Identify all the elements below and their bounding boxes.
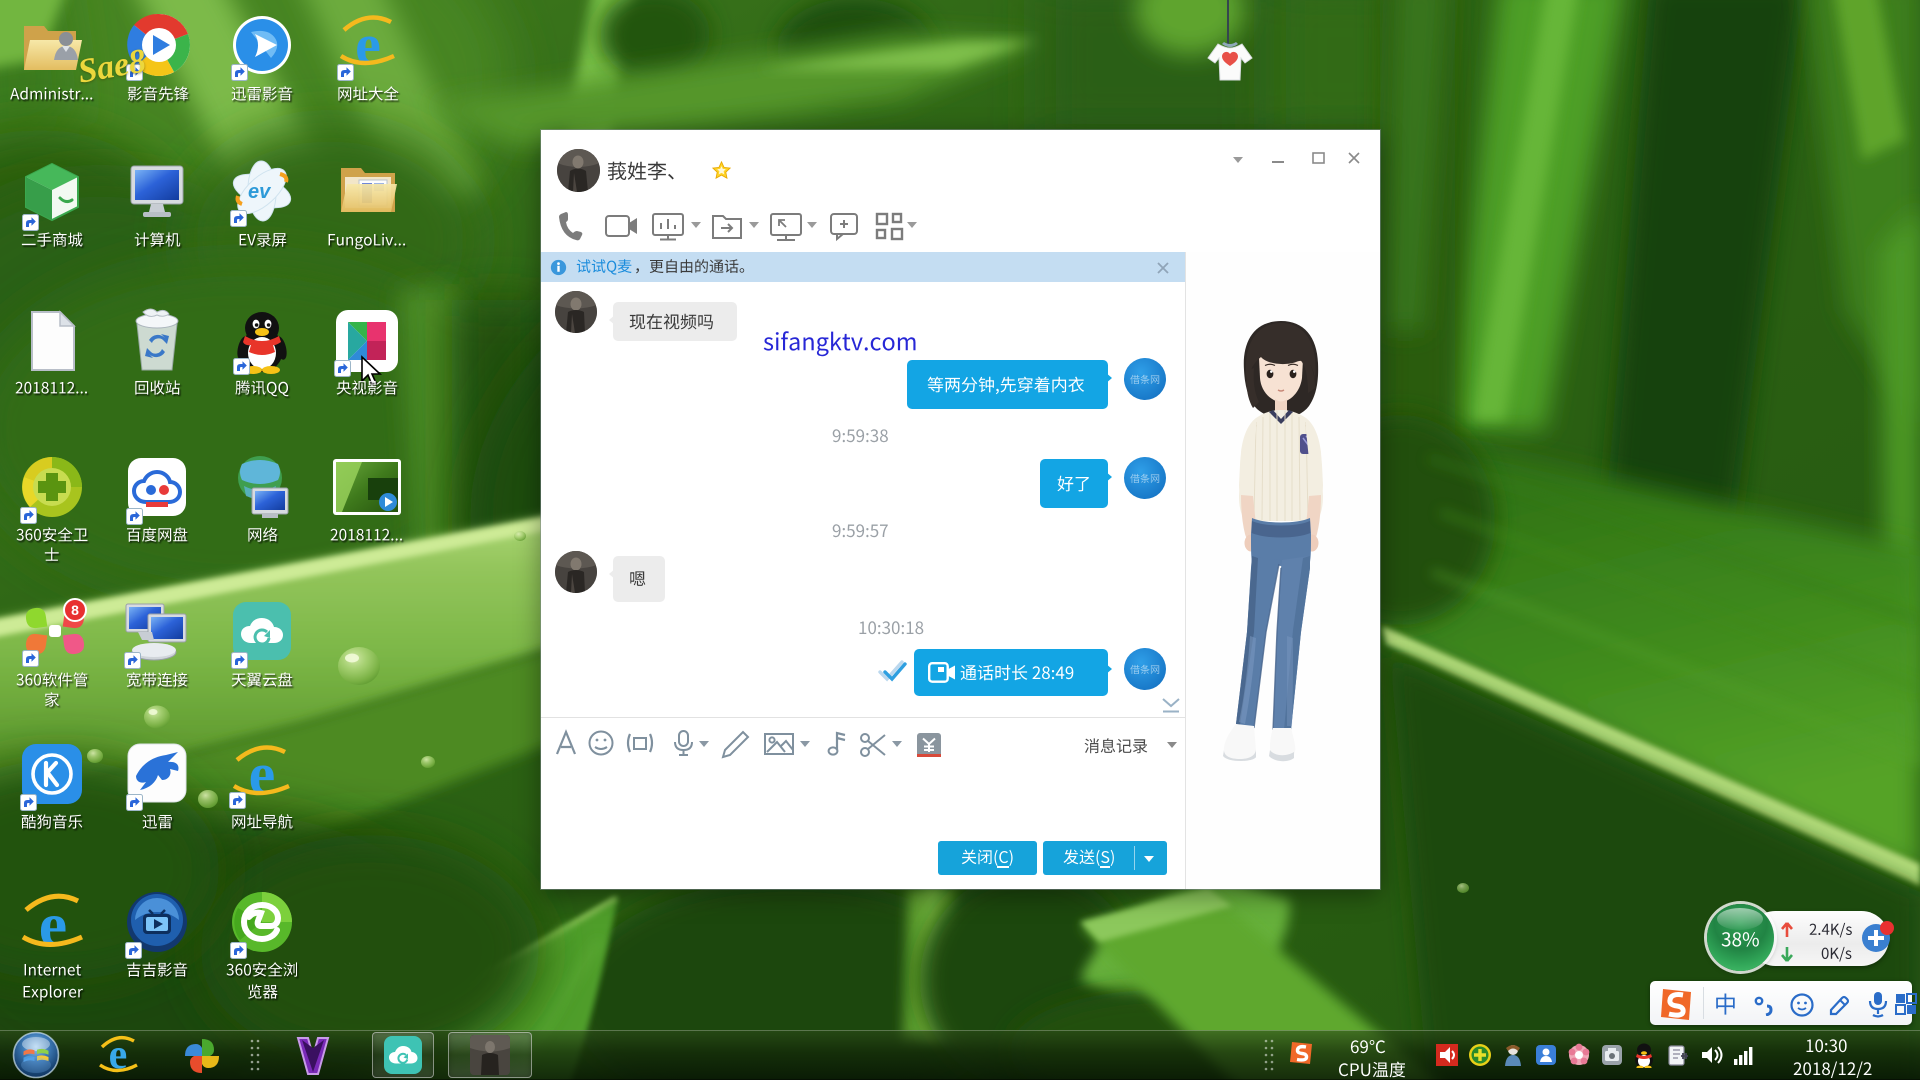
svg-text:8: 8 [71,602,79,618]
svg-text:ev: ev [248,181,272,203]
